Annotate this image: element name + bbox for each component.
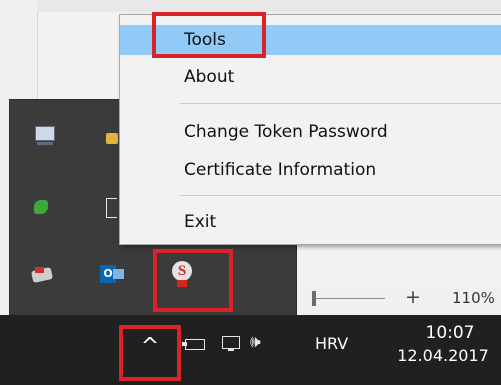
menu-separator: [180, 195, 501, 196]
battery-icon[interactable]: [182, 338, 208, 350]
clock-date[interactable]: 12.04.2017: [385, 345, 501, 367]
network-icon[interactable]: [222, 336, 242, 352]
zoom-slider-track[interactable]: [315, 298, 385, 299]
background-ribbon: [37, 0, 501, 12]
menu-item-certificate-information[interactable]: Certificate Information: [120, 155, 501, 185]
annotation-box-chevron: [119, 325, 181, 381]
menu-separator: [180, 103, 501, 104]
outlook-icon[interactable]: O: [100, 264, 126, 286]
zoom-slider-thumb[interactable]: [312, 291, 316, 306]
menu-item-about[interactable]: About: [120, 62, 501, 92]
clock-time[interactable]: 10:07: [395, 322, 501, 344]
menu-item-exit[interactable]: Exit: [120, 207, 501, 237]
input-language-indicator[interactable]: HRV: [315, 334, 348, 353]
annotation-box-tools: [152, 12, 266, 58]
green-app-icon[interactable]: [32, 198, 54, 220]
volume-icon[interactable]: 🕪: [250, 332, 261, 352]
printer-icon[interactable]: [30, 265, 54, 287]
zoom-in-button[interactable]: +: [405, 286, 421, 308]
annotation-box-cert-icon: [153, 249, 233, 312]
monitor-icon[interactable]: [34, 125, 56, 147]
menu-item-change-token-password[interactable]: Change Token Password: [120, 117, 501, 147]
zoom-level-label[interactable]: 110%: [452, 289, 495, 307]
